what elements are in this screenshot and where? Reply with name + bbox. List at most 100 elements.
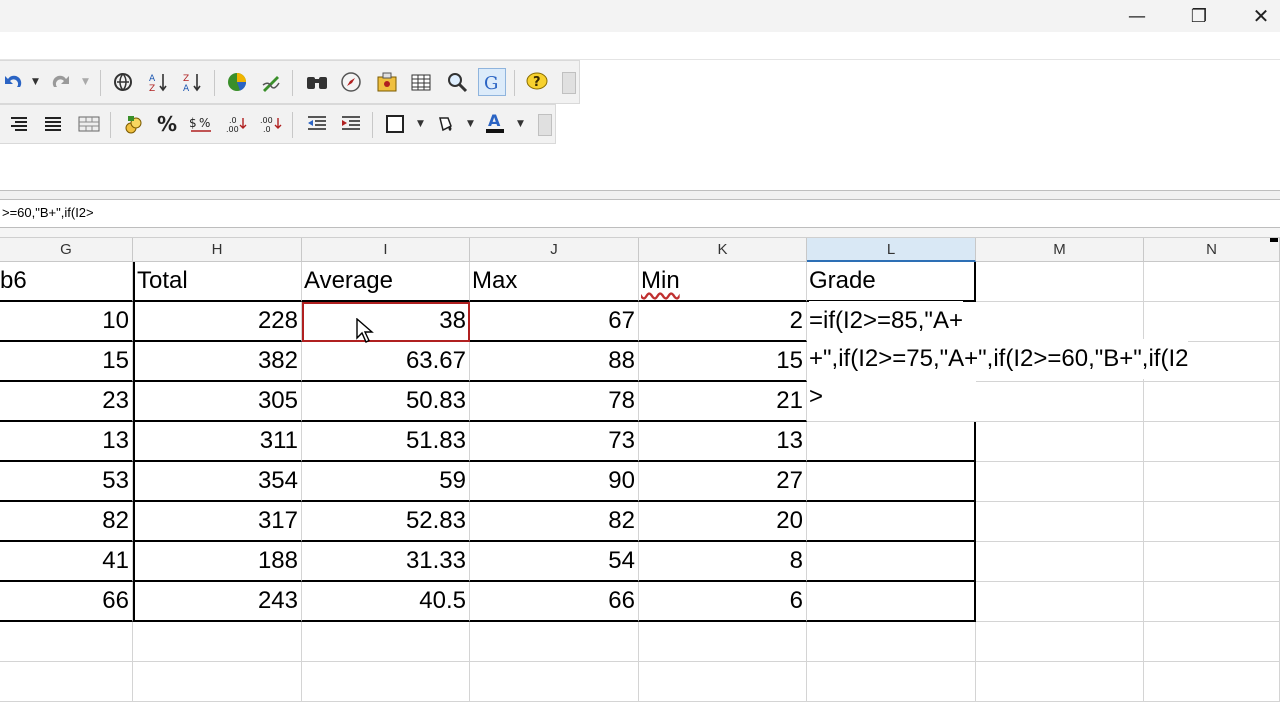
cell-j[interactable]: 88	[470, 342, 639, 382]
cell-j[interactable]: 67	[470, 302, 639, 342]
cell-grade[interactable]	[807, 542, 976, 582]
cell-i[interactable]: 51.83	[302, 422, 470, 462]
empty-cell-g[interactable]	[0, 622, 133, 662]
empty-cell-j[interactable]	[470, 662, 639, 702]
empty-cell-n[interactable]	[1144, 662, 1280, 702]
cell-g[interactable]: 41	[0, 542, 133, 582]
cell-h[interactable]: 243	[133, 582, 302, 622]
gallery-icon[interactable]	[374, 69, 400, 95]
cell-i[interactable]: 52.83	[302, 502, 470, 542]
decrease-indent-icon[interactable]	[304, 111, 330, 137]
cell-h[interactable]: 228	[133, 302, 302, 342]
empty-cell-l[interactable]	[807, 622, 976, 662]
cell-m1[interactable]	[976, 262, 1144, 302]
cell-k[interactable]: 6	[639, 582, 807, 622]
cell-k[interactable]: 8	[639, 542, 807, 582]
column-header-h[interactable]: H	[133, 238, 302, 262]
empty-cell-m[interactable]	[976, 662, 1144, 702]
cell-n[interactable]	[1144, 542, 1280, 582]
cell-n[interactable]	[1144, 302, 1280, 342]
cell-n[interactable]	[1144, 422, 1280, 462]
cell-m[interactable]	[976, 542, 1144, 582]
redo-dropdown-icon[interactable]: ▼	[82, 77, 89, 87]
background-color-icon[interactable]	[432, 111, 458, 137]
cell-j[interactable]: 66	[470, 582, 639, 622]
cell-grade[interactable]	[807, 422, 976, 462]
cell-h[interactable]: 311	[133, 422, 302, 462]
empty-cell-g[interactable]	[0, 662, 133, 702]
column-header-g[interactable]: G	[0, 238, 133, 262]
cell-h[interactable]: 188	[133, 542, 302, 582]
cell-k[interactable]: 20	[639, 502, 807, 542]
cell-j[interactable]: 90	[470, 462, 639, 502]
cell-k[interactable]: 13	[639, 422, 807, 462]
font-color-icon[interactable]: A	[482, 109, 508, 135]
cell-n[interactable]	[1144, 582, 1280, 622]
empty-cell-l[interactable]	[807, 662, 976, 702]
formula-input[interactable]: >=60,"B+",if(I2>	[2, 205, 94, 220]
data-sources-icon[interactable]	[408, 69, 434, 95]
header-cell-min[interactable]: Min	[639, 262, 807, 302]
empty-cell-n[interactable]	[1144, 622, 1280, 662]
merge-cells-icon[interactable]	[76, 111, 102, 137]
cell-g[interactable]: 15	[0, 342, 133, 382]
cell-i[interactable]: 38	[302, 302, 470, 342]
empty-cell-h[interactable]	[133, 622, 302, 662]
cell-n[interactable]	[1144, 462, 1280, 502]
find-replace-icon[interactable]	[304, 69, 330, 95]
draw-functions-icon[interactable]	[258, 69, 284, 95]
empty-cell-k[interactable]	[639, 622, 807, 662]
justify-icon[interactable]	[40, 111, 66, 137]
column-header-n[interactable]: N	[1144, 238, 1280, 262]
help-icon[interactable]: ?	[524, 69, 550, 95]
header-cell-total[interactable]: Total	[133, 262, 302, 302]
column-header-i[interactable]: I	[302, 238, 470, 262]
empty-cell-i[interactable]	[302, 622, 470, 662]
column-header-j[interactable]: J	[470, 238, 639, 262]
cell-g[interactable]: 13	[0, 422, 133, 462]
cell-g[interactable]: 66	[0, 582, 133, 622]
borders-dropdown-icon[interactable]: ▼	[417, 119, 424, 129]
cell-h[interactable]: 382	[133, 342, 302, 382]
currency-format-icon[interactable]	[120, 111, 146, 137]
empty-cell-h[interactable]	[133, 662, 302, 702]
empty-cell-k[interactable]	[639, 662, 807, 702]
hyperlink-icon[interactable]	[110, 69, 136, 95]
zoom-icon[interactable]	[444, 69, 470, 95]
cell-k[interactable]: 21	[639, 382, 807, 422]
cell-grade[interactable]	[807, 582, 976, 622]
header-cell-max[interactable]: Max	[470, 262, 639, 302]
undo-icon[interactable]	[0, 69, 26, 95]
empty-cell-j[interactable]	[470, 622, 639, 662]
chart-icon[interactable]	[224, 69, 250, 95]
cell-grade[interactable]	[807, 382, 976, 422]
cell-m[interactable]	[976, 502, 1144, 542]
sort-ascending-icon[interactable]: AZ	[146, 69, 172, 95]
add-decimal-icon[interactable]: .0.00	[224, 111, 250, 137]
toolbar-overflow-icon[interactable]	[562, 72, 576, 94]
undo-dropdown-icon[interactable]: ▼	[32, 77, 39, 87]
header-cell-g[interactable]: b6	[0, 262, 133, 302]
cell-i[interactable]: 63.67	[302, 342, 470, 382]
redo-icon[interactable]	[48, 69, 74, 95]
cell-g[interactable]: 23	[0, 382, 133, 422]
grade-formula-line1[interactable]: =if(I2>=85,"A+	[809, 301, 963, 341]
empty-cell-m[interactable]	[976, 622, 1144, 662]
cell-j[interactable]: 54	[470, 542, 639, 582]
cell-m[interactable]	[976, 382, 1144, 422]
cell-i[interactable]: 31.33	[302, 542, 470, 582]
column-header-m[interactable]: M	[976, 238, 1144, 262]
grade-formula-line3[interactable]: >	[809, 377, 824, 417]
cell-n[interactable]	[1144, 382, 1280, 422]
cell-j[interactable]: 73	[470, 422, 639, 462]
cell-m[interactable]	[976, 582, 1144, 622]
increase-indent-icon[interactable]	[338, 111, 364, 137]
cell-h[interactable]: 354	[133, 462, 302, 502]
delete-decimal-icon[interactable]: .00.0	[258, 111, 284, 137]
cell-k[interactable]: 27	[639, 462, 807, 502]
cell-m[interactable]	[976, 302, 1144, 342]
cell-j[interactable]: 82	[470, 502, 639, 542]
percent-format-icon[interactable]: %	[154, 111, 180, 137]
cell-m[interactable]	[976, 462, 1144, 502]
background-color-dropdown-icon[interactable]: ▼	[467, 119, 474, 129]
